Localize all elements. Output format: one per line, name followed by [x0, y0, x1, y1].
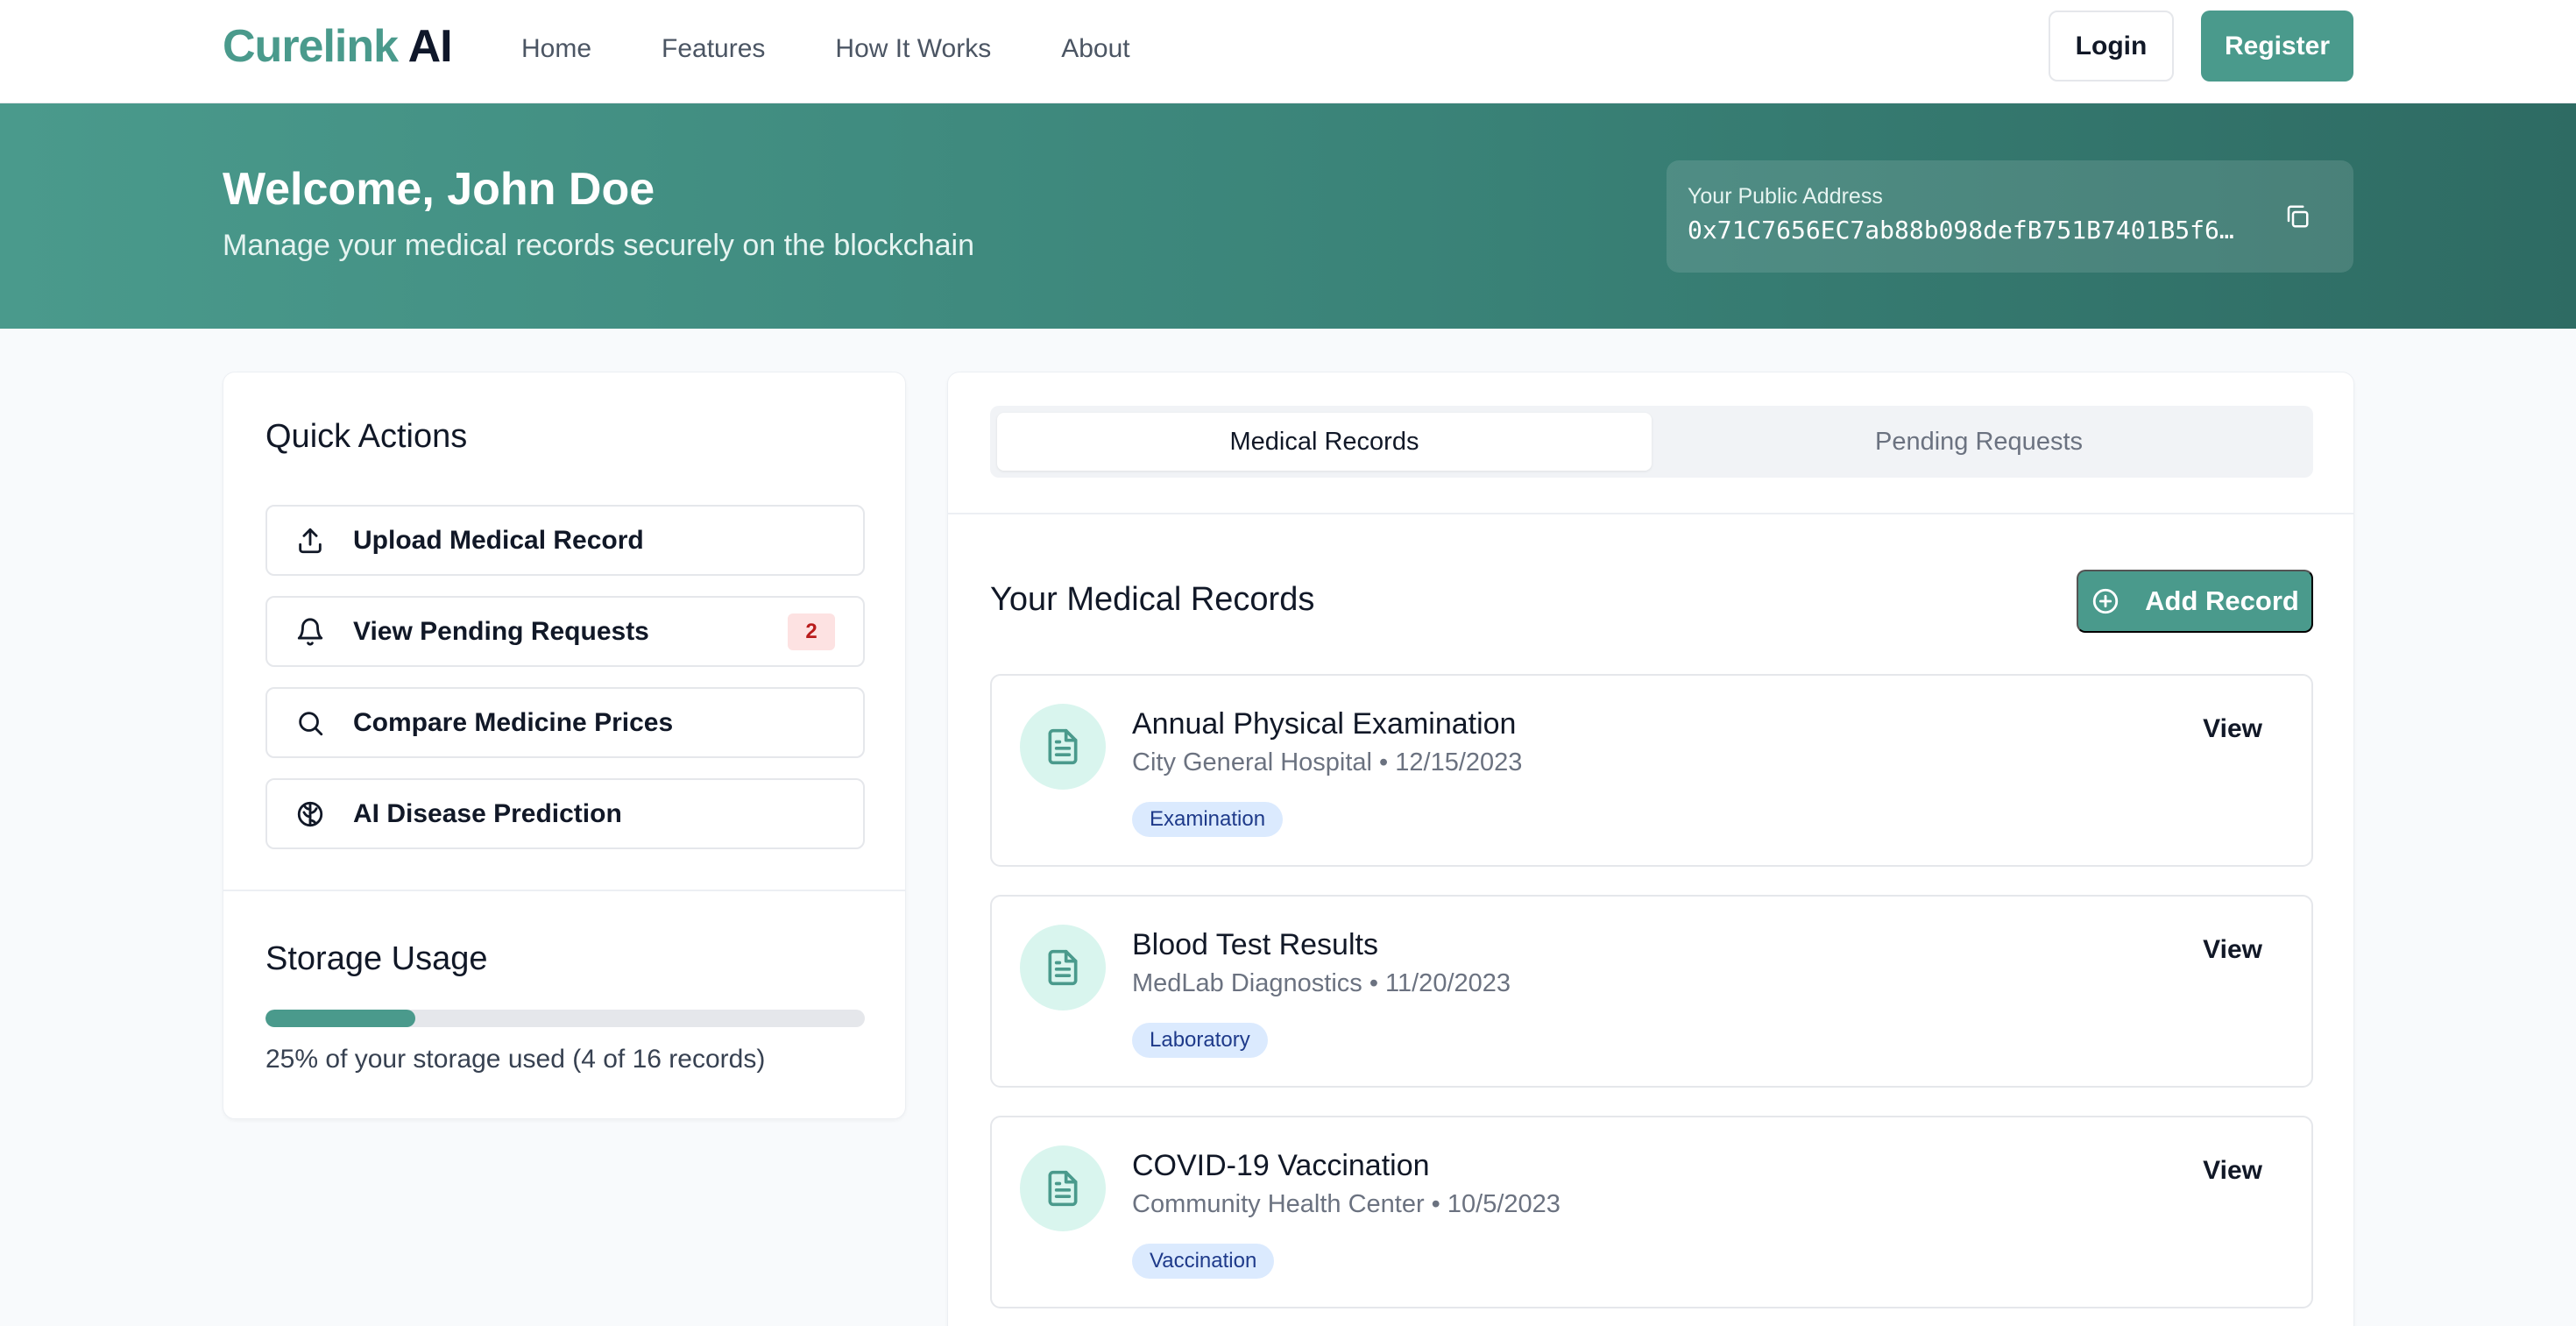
compare-medicine-prices-label: Compare Medicine Prices: [353, 707, 674, 737]
upload-icon: [295, 526, 325, 556]
tab-pending-requests[interactable]: Pending Requests: [1652, 413, 2306, 471]
main-nav: Home Features How It Works About: [521, 32, 1200, 67]
bell-icon: [295, 617, 325, 647]
ai-disease-prediction-label: AI Disease Prediction: [353, 798, 622, 828]
public-address-box: Your Public Address 0x71C7656EC7ab88b098…: [1667, 160, 2353, 273]
view-pending-requests-label: View Pending Requests: [353, 616, 649, 646]
record-card[interactable]: Blood Test Results MedLab Diagnostics • …: [990, 895, 2313, 1088]
medical-records-title: Your Medical Records: [990, 581, 1315, 618]
ai-disease-prediction-button[interactable]: AI Disease Prediction: [265, 778, 865, 849]
storage-progress-bar: [265, 1010, 865, 1027]
record-meta: City General Hospital • 12/15/2023: [1132, 748, 1523, 776]
public-address-value[interactable]: 0x71C7656EC7ab88b098defB751B7401B5f6d897…: [1688, 215, 2248, 246]
add-record-label: Add Record: [2145, 585, 2299, 616]
record-card[interactable]: COVID-19 Vaccination Community Health Ce…: [990, 1116, 2313, 1308]
document-icon: [1020, 704, 1106, 790]
view-record-button[interactable]: View: [2203, 714, 2262, 744]
record-title: Annual Physical Examination: [1132, 707, 1517, 741]
view-record-button[interactable]: View: [2203, 1156, 2262, 1186]
record-title: Blood Test Results: [1132, 928, 1378, 961]
tabs-divider: [948, 513, 2353, 514]
storage-usage-text: 25% of your storage used (4 of 16 record…: [265, 1045, 766, 1074]
upload-medical-record-label: Upload Medical Record: [353, 525, 644, 555]
brand-logo-suffix: AI: [398, 21, 453, 72]
record-meta: MedLab Diagnostics • 11/20/2023: [1132, 969, 1511, 997]
add-record-button[interactable]: Add Record: [2077, 570, 2313, 633]
public-address-label: Your Public Address: [1688, 184, 1883, 209]
pending-count-badge: 2: [788, 613, 835, 650]
top-navbar: Curelink AI Home Features How It Works A…: [0, 0, 2576, 103]
storage-progress-fill: [265, 1010, 415, 1027]
document-icon: [1020, 1145, 1106, 1231]
upload-medical-record-button[interactable]: Upload Medical Record: [265, 505, 865, 576]
record-title: COVID-19 Vaccination: [1132, 1149, 1430, 1182]
document-icon: [1020, 925, 1106, 1010]
record-card[interactable]: Annual Physical Examination City General…: [990, 674, 2313, 867]
view-record-button[interactable]: View: [2203, 935, 2262, 965]
welcome-subtitle: Manage your medical records securely on …: [223, 229, 975, 262]
nav-how-it-works-link[interactable]: How It Works: [835, 32, 991, 67]
copy-icon: [2287, 205, 2309, 228]
sidebar-card: Quick Actions Upload Medical Record View…: [223, 372, 906, 1119]
welcome-title: Welcome, John Doe: [223, 164, 655, 215]
nav-about-link[interactable]: About: [1061, 32, 1129, 67]
brain-icon: [295, 799, 325, 829]
storage-usage-title: Storage Usage: [265, 940, 488, 977]
record-category-tag: Vaccination: [1132, 1244, 1275, 1279]
records-tabs: Medical Records Pending Requests: [990, 406, 2313, 478]
section-divider: [223, 890, 905, 891]
record-category-tag: Examination: [1132, 802, 1284, 837]
login-button[interactable]: Login: [2049, 11, 2174, 82]
record-meta: Community Health Center • 10/5/2023: [1132, 1190, 1560, 1218]
quick-actions-title: Quick Actions: [265, 418, 468, 455]
welcome-banner: Welcome, John Doe Manage your medical re…: [0, 103, 2576, 329]
compare-medicine-prices-button[interactable]: Compare Medicine Prices: [265, 687, 865, 758]
copy-address-button[interactable]: [2276, 195, 2318, 238]
search-icon: [295, 708, 325, 738]
tab-medical-records[interactable]: Medical Records: [997, 413, 1652, 471]
record-category-tag: Laboratory: [1132, 1023, 1268, 1058]
nav-home-link[interactable]: Home: [521, 32, 591, 67]
plus-circle-icon: [2091, 586, 2120, 616]
brand-logo[interactable]: Curelink AI: [223, 19, 453, 74]
register-button[interactable]: Register: [2201, 11, 2353, 82]
records-panel: Medical Records Pending Requests Your Me…: [947, 372, 2354, 1326]
nav-features-link[interactable]: Features: [662, 32, 765, 67]
view-pending-requests-button[interactable]: View Pending Requests 2: [265, 596, 865, 667]
brand-logo-main: Curelink: [223, 21, 399, 72]
